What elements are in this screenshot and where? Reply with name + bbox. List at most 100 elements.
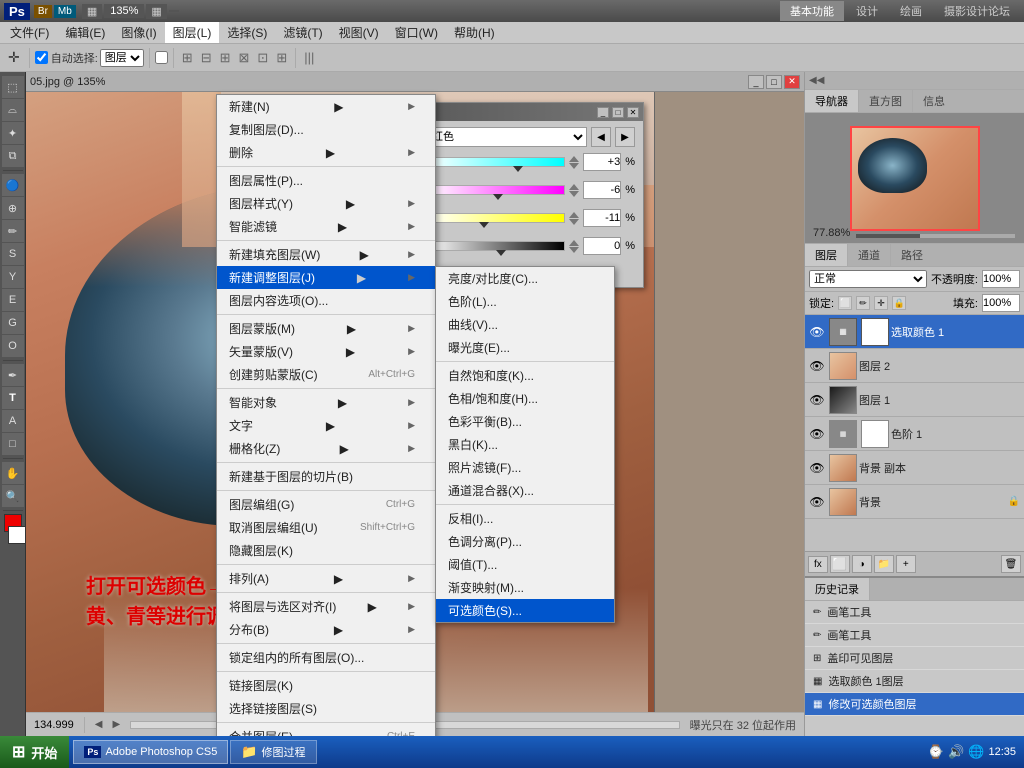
adj-posterize[interactable]: 色调分离(P)... [436, 530, 614, 553]
align-top[interactable]: ⊠ [236, 50, 253, 66]
win-maximize[interactable]: □ [766, 75, 782, 89]
menu-item-new[interactable]: 新建(N)▶ [217, 95, 435, 118]
lock-transparent[interactable]: ⬜ [838, 296, 852, 310]
sc-color-select[interactable]: 红色 [427, 127, 587, 147]
menu-item-smart-object[interactable]: 智能对象▶ [217, 391, 435, 414]
align-center-h[interactable]: ⊡ [254, 50, 271, 66]
lock-position[interactable]: ✛ [874, 296, 888, 310]
tool-eyedropper[interactable]: 🔵 [2, 174, 24, 196]
adj-exposure[interactable]: 曝光度(E)... [436, 336, 614, 359]
tool-healing[interactable]: ⊕ [2, 197, 24, 219]
adj-brightness[interactable]: 亮度/对比度(C)... [436, 267, 614, 290]
menu-item-delete[interactable]: 删除▶ [217, 141, 435, 164]
menu-item-layer-style[interactable]: 图层样式(Y)▶ [217, 192, 435, 215]
menu-item-clipping-mask[interactable]: 创建剪贴蒙版(C)Alt+Ctrl+G [217, 363, 435, 386]
fx-btn[interactable]: fx [808, 556, 828, 573]
adj-channel-mixer[interactable]: 通道混合器(X)... [436, 479, 614, 502]
layer-item-levels[interactable]: 👁 ▦ 色阶 1 [805, 417, 1024, 451]
lock-all-btn[interactable]: 🔒 [892, 296, 906, 310]
menu-item-adjustment-layer[interactable]: 新建调整图层(J)▶ 亮度/对比度(C)... 色阶(L)... 曲线(V)..… [217, 266, 435, 289]
taskbar-item-folder[interactable]: 📁 修图过程 [230, 740, 316, 764]
menu-item-fill-layer[interactable]: 新建填充图层(W)▶ [217, 243, 435, 266]
black-input[interactable] [583, 237, 621, 255]
layer-item-layer1[interactable]: 👁 图层 1 [805, 383, 1024, 417]
tool-dodge[interactable]: O [2, 335, 24, 357]
layer-eye-icon2[interactable]: 👁 [809, 358, 825, 374]
menu-item-smart-filter[interactable]: 智能滤镜▶ [217, 215, 435, 238]
tool-history-brush[interactable]: Y [2, 266, 24, 288]
yellow-down[interactable] [569, 219, 579, 225]
add-mask-btn[interactable]: ⬜ [830, 555, 850, 573]
move-tool-icon[interactable]: ✛ [4, 49, 24, 66]
black-down[interactable] [569, 247, 579, 253]
tool-pen[interactable]: ✒ [2, 364, 24, 386]
align-left[interactable]: ⊞ [179, 50, 196, 66]
tool-hand[interactable]: ✋ [2, 462, 24, 484]
layout-icon[interactable]: ▦ [82, 4, 102, 19]
tab-histogram[interactable]: 直方图 [859, 90, 913, 112]
menu-item-hide[interactable]: 隐藏图层(K) [217, 539, 435, 562]
black-up[interactable] [569, 240, 579, 246]
selcolor-close[interactable]: ✕ [627, 107, 639, 118]
layer-eye-icon4[interactable]: 👁 [809, 426, 825, 442]
tool-zoom[interactable]: 🔍 [2, 485, 24, 507]
menu-item-vector-mask[interactable]: 矢量蒙版(V)▶ [217, 340, 435, 363]
tool-path-select[interactable]: A [2, 410, 24, 432]
align-center-v[interactable]: ⊟ [198, 50, 215, 66]
btn-paint[interactable]: 绘画 [890, 1, 932, 21]
magenta-up[interactable] [569, 184, 579, 190]
adj-invert[interactable]: 反相(I)... [436, 507, 614, 530]
adj-color-balance[interactable]: 色彩平衡(B)... [436, 410, 614, 433]
layer-item-bg[interactable]: 👁 背景 🔒 [805, 485, 1024, 519]
menu-item-select-linked[interactable]: 选择链接图层(S) [217, 697, 435, 720]
tool-icon[interactable] [169, 10, 179, 12]
layer-item-layer2[interactable]: 👁 图层 2 [805, 349, 1024, 383]
tool-lasso[interactable]: ⌓ [2, 99, 24, 121]
mb-icon[interactable]: Mb [54, 5, 76, 18]
add-layer-btn[interactable]: + [896, 555, 916, 573]
delete-layer-btn[interactable]: 🗑 [1001, 555, 1021, 573]
menu-select[interactable]: 选择(S) [219, 22, 275, 43]
adj-bw[interactable]: 黑白(K)... [436, 433, 614, 456]
adj-levels[interactable]: 色阶(L)... [436, 290, 614, 313]
view-icon[interactable]: ▦ [146, 4, 166, 19]
history-item-3[interactable]: ⊞ 盖印可见图层 [805, 647, 1024, 670]
layer-item-bg-copy[interactable]: 👁 背景 副本 [805, 451, 1024, 485]
tab-paths[interactable]: 路径 [891, 244, 933, 266]
adj-threshold[interactable]: 阈值(T)... [436, 553, 614, 576]
menu-view[interactable]: 视图(V) [331, 22, 387, 43]
btn-design[interactable]: 设计 [846, 1, 888, 21]
menu-filter[interactable]: 滤镜(T) [275, 22, 330, 43]
yellow-input[interactable] [583, 209, 621, 227]
opacity-input[interactable] [982, 270, 1020, 288]
cyan-slider-track[interactable] [427, 157, 565, 167]
selcolor-minimize[interactable]: _ [597, 107, 609, 118]
adj-gradient-map[interactable]: 渐变映射(M)... [436, 576, 614, 599]
right-panel-collapse[interactable]: ◀◀ [809, 75, 824, 86]
menu-item-ungroup[interactable]: 取消图层编组(U)Shift+Ctrl+G [217, 516, 435, 539]
adj-hsl[interactable]: 色相/饱和度(H)... [436, 387, 614, 410]
menu-help[interactable]: 帮助(H) [446, 22, 503, 43]
menu-edit[interactable]: 编辑(E) [57, 22, 113, 43]
sc-color-prev[interactable]: ◀ [591, 127, 611, 147]
sc-color-next[interactable]: ▶ [615, 127, 635, 147]
background-color[interactable] [8, 526, 26, 544]
menu-image[interactable]: 图像(I) [113, 22, 164, 43]
magenta-down[interactable] [569, 191, 579, 197]
tool-eraser[interactable]: E [2, 289, 24, 311]
blend-mode-select[interactable]: 正常 [809, 270, 927, 288]
auto-select-checkbox[interactable] [35, 51, 48, 64]
fill-input[interactable] [982, 294, 1020, 312]
tool-gradient[interactable]: G [2, 312, 24, 334]
align-bottom[interactable]: ⊞ [273, 50, 290, 66]
tool-crop[interactable]: ⧉ [2, 145, 24, 167]
align-right[interactable]: ⊞ [217, 50, 234, 66]
adj-vibrance[interactable]: 自然饱和度(K)... [436, 364, 614, 387]
cyan-input[interactable] [583, 153, 621, 171]
add-group-btn[interactable]: 📁 [874, 555, 894, 573]
layer-eye-icon3[interactable]: 👁 [809, 392, 825, 408]
menu-item-group[interactable]: 图层编组(G)Ctrl+G [217, 493, 435, 516]
tool-text[interactable]: T [2, 387, 24, 409]
tool-shape[interactable]: □ [2, 433, 24, 455]
magenta-slider-track[interactable] [427, 185, 565, 195]
